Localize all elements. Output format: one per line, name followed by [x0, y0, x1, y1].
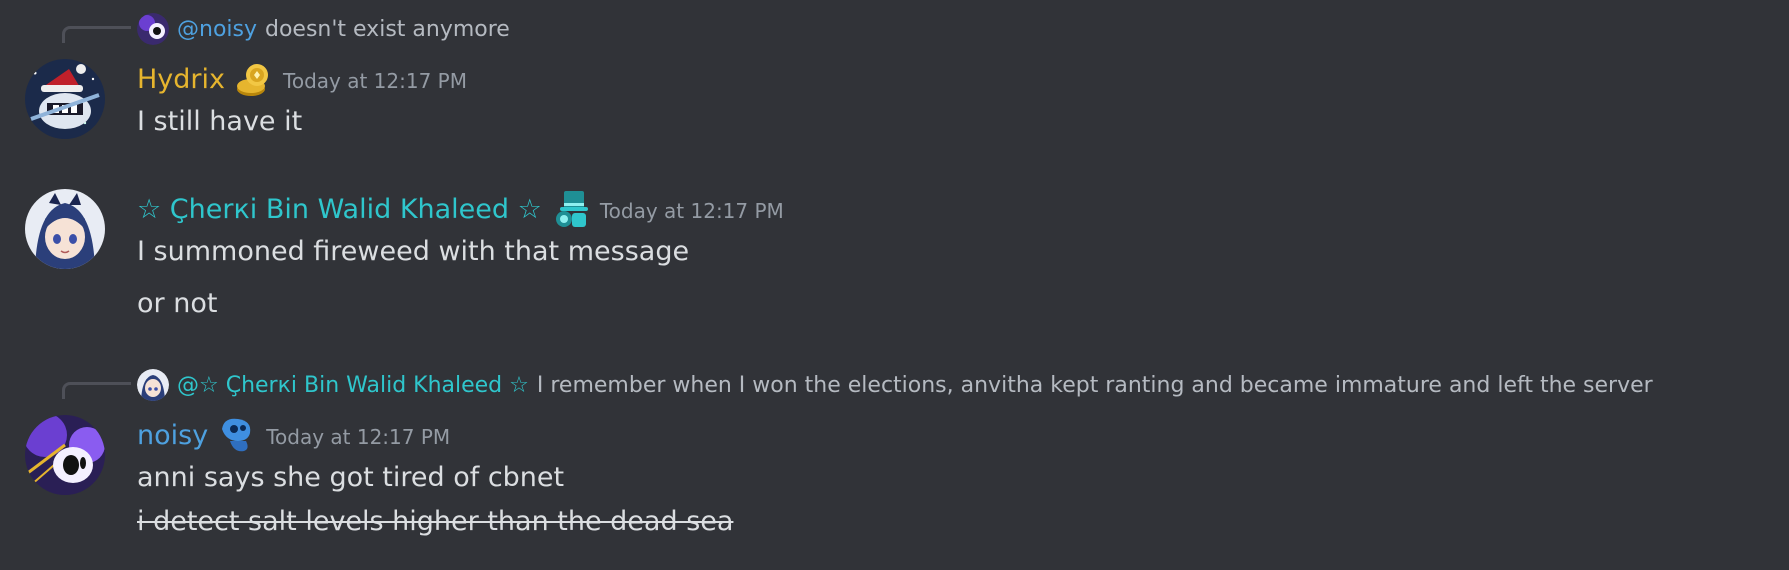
reply-preview[interactable]: @☆ Çherкi Bin Walid Khaleed ☆ I remember… [137, 369, 1653, 401]
timestamp[interactable]: Today at 12:17 PM [283, 69, 467, 93]
message-text: or not [137, 288, 218, 319]
reply-username[interactable]: @noisy [177, 17, 257, 42]
reply-preview[interactable]: @noisy doesn't exist anymore [137, 13, 510, 45]
message-text: anni says she got tired of cbnet [137, 462, 565, 493]
chat-log: @noisy doesn't exist anymore Hydrix Toda… [0, 0, 1789, 570]
gold-coin-badge-icon[interactable] [233, 59, 273, 99]
timestamp[interactable]: Today at 12:17 PM [600, 199, 784, 223]
message-header: noisy Today at 12:17 PM [137, 415, 450, 455]
message-header: ☆ Çherкi Bin Walid Khaleed ☆ Today at 12… [137, 189, 784, 229]
reply-text: doesn't exist anymore [265, 16, 510, 42]
reply-username[interactable]: @☆ Çherкi Bin Walid Khaleed ☆ [177, 373, 529, 398]
message-text: I summoned fireweed with that message [137, 236, 690, 267]
reply-connector [62, 26, 131, 43]
avatar-cherki[interactable] [25, 189, 105, 269]
username-cherki[interactable]: ☆ Çherкi Bin Walid Khaleed ☆ [137, 194, 542, 225]
username-hydrix[interactable]: Hydrix [137, 64, 225, 95]
reply-connector [62, 382, 131, 399]
reply-text: I remember when I won the elections, anv… [536, 372, 1653, 398]
blue-creature-badge-icon[interactable] [216, 415, 256, 455]
timestamp[interactable]: Today at 12:17 PM [266, 425, 450, 449]
message-text-strikethrough: i detect salt levels higher than the dea… [137, 506, 734, 537]
message-header: Hydrix Today at 12:17 PM [137, 59, 467, 99]
message-text: I still have it [137, 106, 303, 137]
top-hat-badge-icon[interactable] [550, 189, 590, 229]
username-noisy[interactable]: noisy [137, 420, 208, 451]
cherki-reply-avatar-icon [137, 369, 169, 401]
avatar-hydrix[interactable] [25, 59, 105, 139]
avatar-noisy[interactable] [25, 415, 105, 495]
noisy-reply-avatar-icon [137, 13, 169, 45]
